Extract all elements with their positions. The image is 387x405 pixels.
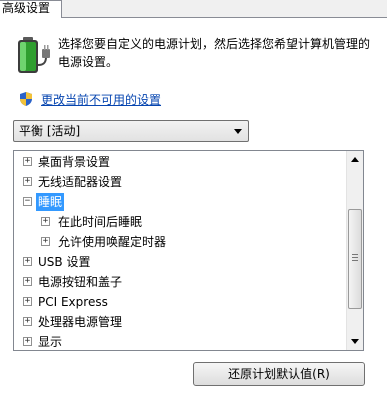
vertical-scrollbar[interactable] <box>346 151 363 350</box>
tree-item-label: USB 设置 <box>38 255 91 269</box>
expand-icon[interactable]: + <box>23 157 32 166</box>
arrow-up-icon <box>351 157 359 162</box>
expand-icon[interactable]: + <box>41 237 50 246</box>
tree-item-label: PCI Express <box>38 295 108 309</box>
tree-item-label: 桌面背景设置 <box>38 155 111 169</box>
expand-icon[interactable]: + <box>41 217 50 226</box>
expand-icon[interactable]: + <box>23 177 32 186</box>
tab-label: 高级设置 <box>2 1 51 15</box>
chevron-down-icon <box>234 129 242 134</box>
expand-icon[interactable]: + <box>23 317 32 326</box>
collapse-icon[interactable]: − <box>23 197 32 206</box>
power-settings-tree[interactable]: + 桌面背景设置 + 无线适配器设置 − 睡眠 + 在此时间后睡眠 + 允许使用… <box>13 150 364 351</box>
description-text: 选择您要自定义的电源计划，然后选择您希望计算机管理的电源设置。 <box>58 37 371 69</box>
expand-icon[interactable]: + <box>23 297 32 306</box>
arrow-down-icon <box>351 339 359 344</box>
scroll-down-button[interactable] <box>347 333 363 350</box>
tree-item-label: 显示 <box>38 335 63 349</box>
scroll-up-button[interactable] <box>347 151 363 168</box>
expand-icon[interactable]: + <box>23 277 32 286</box>
tree-item-label: 允许使用唤醒定时器 <box>58 235 167 249</box>
expand-icon[interactable]: + <box>23 337 32 346</box>
change-unavailable-settings-link[interactable]: 更改当前不可用的设置 <box>41 92 161 108</box>
expand-icon[interactable]: + <box>23 257 32 266</box>
tree-item-label: 电源按钮和盖子 <box>38 275 123 289</box>
tree-item-label: 处理器电源管理 <box>38 315 123 329</box>
uac-shield-icon <box>20 92 32 106</box>
grip-line <box>352 254 358 255</box>
tree-item-label: 在此时间后睡眠 <box>58 215 143 229</box>
tree-item-label: 睡眠 <box>36 193 65 211</box>
power-plan-value: 平衡 [活动] <box>19 124 81 138</box>
scroll-thumb[interactable] <box>348 209 362 309</box>
tab-advanced-settings[interactable]: 高级设置 <box>0 0 62 18</box>
grip-line <box>352 257 358 258</box>
power-plan-select[interactable]: 平衡 [活动] <box>13 120 249 142</box>
tree-item-label: 无线适配器设置 <box>38 175 123 189</box>
battery-plug-icon <box>18 37 50 73</box>
grip-line <box>352 260 358 261</box>
restore-defaults-button[interactable]: 还原计划默认值(R) <box>193 362 365 386</box>
